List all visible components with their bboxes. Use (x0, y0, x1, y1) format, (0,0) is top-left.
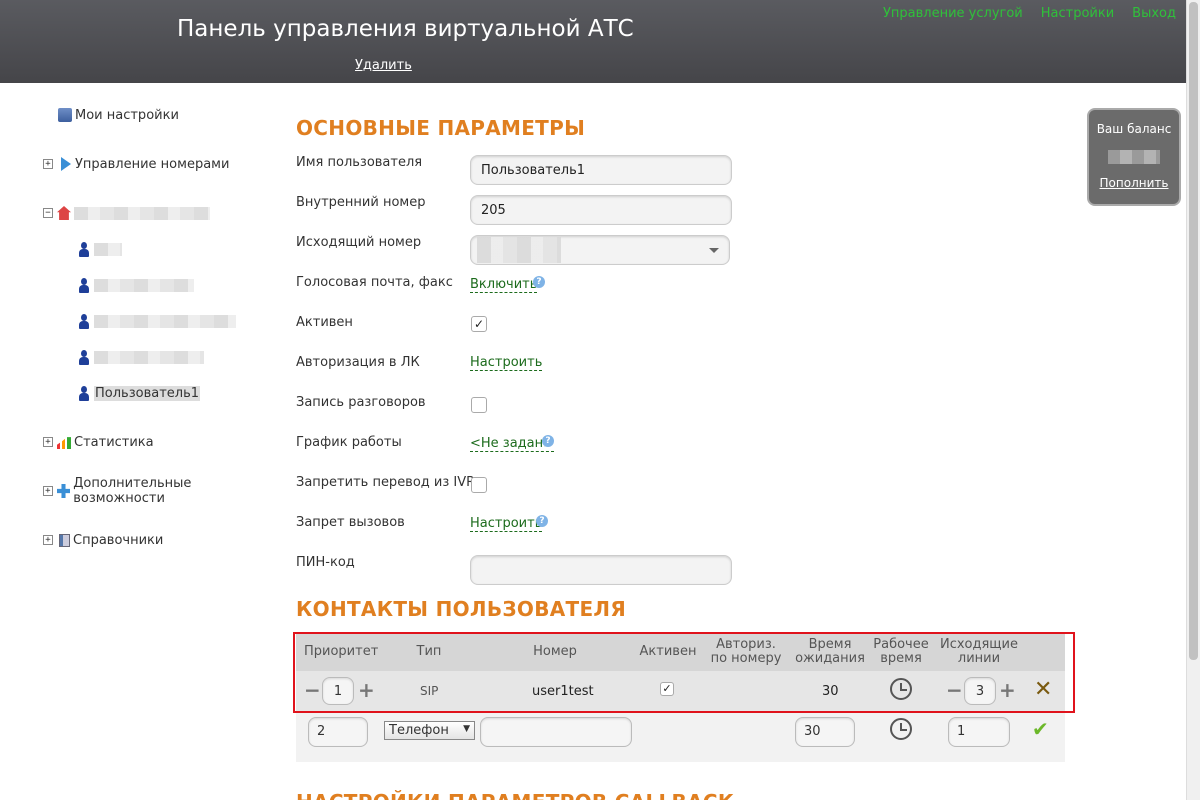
folder-icon (58, 108, 72, 122)
help-icon[interactable]: ? (536, 515, 548, 527)
chevron-down-icon (709, 248, 719, 253)
outgoing-select[interactable] (470, 235, 730, 265)
user-icon (78, 313, 90, 329)
confirm-check-icon[interactable]: ✔ (1032, 718, 1049, 740)
balance-value-redacted (1108, 150, 1160, 164)
tree-user-1[interactable] (78, 240, 122, 258)
username-label: Имя пользователя (296, 155, 423, 170)
balance-panel: Ваш баланс Пополнить (1087, 108, 1181, 206)
scrollbar[interactable] (1186, 0, 1200, 800)
new-number-input[interactable] (480, 717, 632, 747)
expand-icon[interactable]: + (43, 486, 53, 496)
arrow-right-icon (61, 157, 71, 171)
user-icon (78, 241, 90, 257)
tree-user-3[interactable] (78, 312, 236, 330)
help-icon[interactable]: ? (533, 276, 545, 288)
clock-icon[interactable] (890, 718, 912, 740)
help-icon[interactable]: ? (542, 435, 554, 447)
outgoing-label: Исходящий номер (296, 235, 422, 250)
schedule-label: График работы (296, 435, 402, 450)
expand-icon[interactable]: + (43, 535, 53, 545)
sidebar-item-extras[interactable]: + Дополнительные возможности (43, 476, 280, 506)
new-wait-input[interactable]: 30 (795, 717, 855, 747)
expand-icon[interactable]: + (43, 437, 53, 447)
top-nav: Управление услугой Настройки Выход (883, 6, 1176, 21)
active-checkbox[interactable]: ✓ (471, 316, 487, 332)
redacted-text (477, 237, 561, 263)
new-priority-input[interactable]: 2 (308, 717, 368, 747)
sidebar-item-numbers[interactable]: + Управление номерами (43, 155, 229, 173)
book-icon (59, 533, 70, 547)
collapse-icon[interactable]: − (43, 208, 53, 218)
section-title-callback: НАСТРОЙКИ ПАРАМЕТРОВ CALLBACK (296, 790, 734, 800)
pin-input[interactable] (470, 555, 732, 585)
scrollbar-thumb[interactable] (1189, 2, 1198, 660)
new-lines-input[interactable]: 1 (948, 717, 1010, 747)
balance-title: Ваш баланс (1096, 122, 1172, 136)
ivr-label: Запретить перевод из IVR (296, 475, 476, 490)
tree-user-current[interactable]: Пользователь1 (78, 384, 201, 402)
bar-chart-icon (57, 437, 71, 449)
tree-user-2[interactable] (78, 276, 194, 294)
auth-configure-link[interactable]: Настроить (470, 356, 543, 371)
call-ban-label: Запрет вызовов (296, 515, 405, 530)
delete-link[interactable]: Удалить (355, 58, 412, 73)
section-title-main: ОСНОВНЫЕ ПАРАМЕТРЫ (296, 116, 586, 140)
new-type-select[interactable]: Телефон (384, 721, 475, 740)
nav-settings[interactable]: Настройки (1041, 6, 1114, 21)
call-ban-configure-link[interactable]: Настроить (470, 517, 543, 532)
redacted-text (74, 206, 210, 220)
sidebar-item-company[interactable]: − (43, 204, 210, 222)
nav-service[interactable]: Управление услугой (883, 6, 1023, 21)
highlight-box (293, 632, 1075, 713)
record-checkbox[interactable] (471, 397, 487, 413)
redacted-text (94, 242, 122, 256)
pin-label: ПИН-код (296, 555, 355, 570)
tree-user-4[interactable] (78, 348, 204, 366)
ivr-checkbox[interactable] (471, 477, 487, 493)
voicemail-enable-link[interactable]: Включить (470, 278, 538, 293)
user-icon (78, 385, 90, 401)
username-input[interactable]: Пользователь1 (470, 155, 732, 185)
sidebar-item-directories[interactable]: + Справочники (43, 531, 163, 549)
user-icon (78, 349, 90, 365)
sidebar-item-my-settings[interactable]: Мои настройки (58, 106, 179, 124)
expand-icon[interactable]: + (43, 159, 53, 169)
section-title-contacts: КОНТАКТЫ ПОЛЬЗОВАТЕЛЯ (296, 597, 627, 621)
extension-input[interactable]: 205 (470, 195, 732, 225)
user-icon (78, 277, 90, 293)
nav-logout[interactable]: Выход (1132, 6, 1176, 21)
active-label: Активен (296, 315, 353, 330)
auth-label: Авторизация в ЛК (296, 355, 420, 370)
redacted-text (94, 350, 204, 364)
plus-icon (56, 484, 71, 498)
sidebar-item-stats[interactable]: + Статистика (43, 433, 154, 451)
redacted-text (94, 314, 236, 328)
voicemail-label: Голосовая почта, факс (296, 275, 453, 290)
record-label: Запись разговоров (296, 395, 426, 410)
extension-label: Внутренний номер (296, 195, 426, 210)
app-title: Панель управления виртуальной АТС (177, 16, 634, 42)
topup-link[interactable]: Пополнить (1089, 176, 1179, 190)
header-bar: Панель управления виртуальной АТС Удалит… (0, 0, 1186, 83)
house-icon (57, 206, 71, 220)
redacted-text (94, 278, 194, 292)
